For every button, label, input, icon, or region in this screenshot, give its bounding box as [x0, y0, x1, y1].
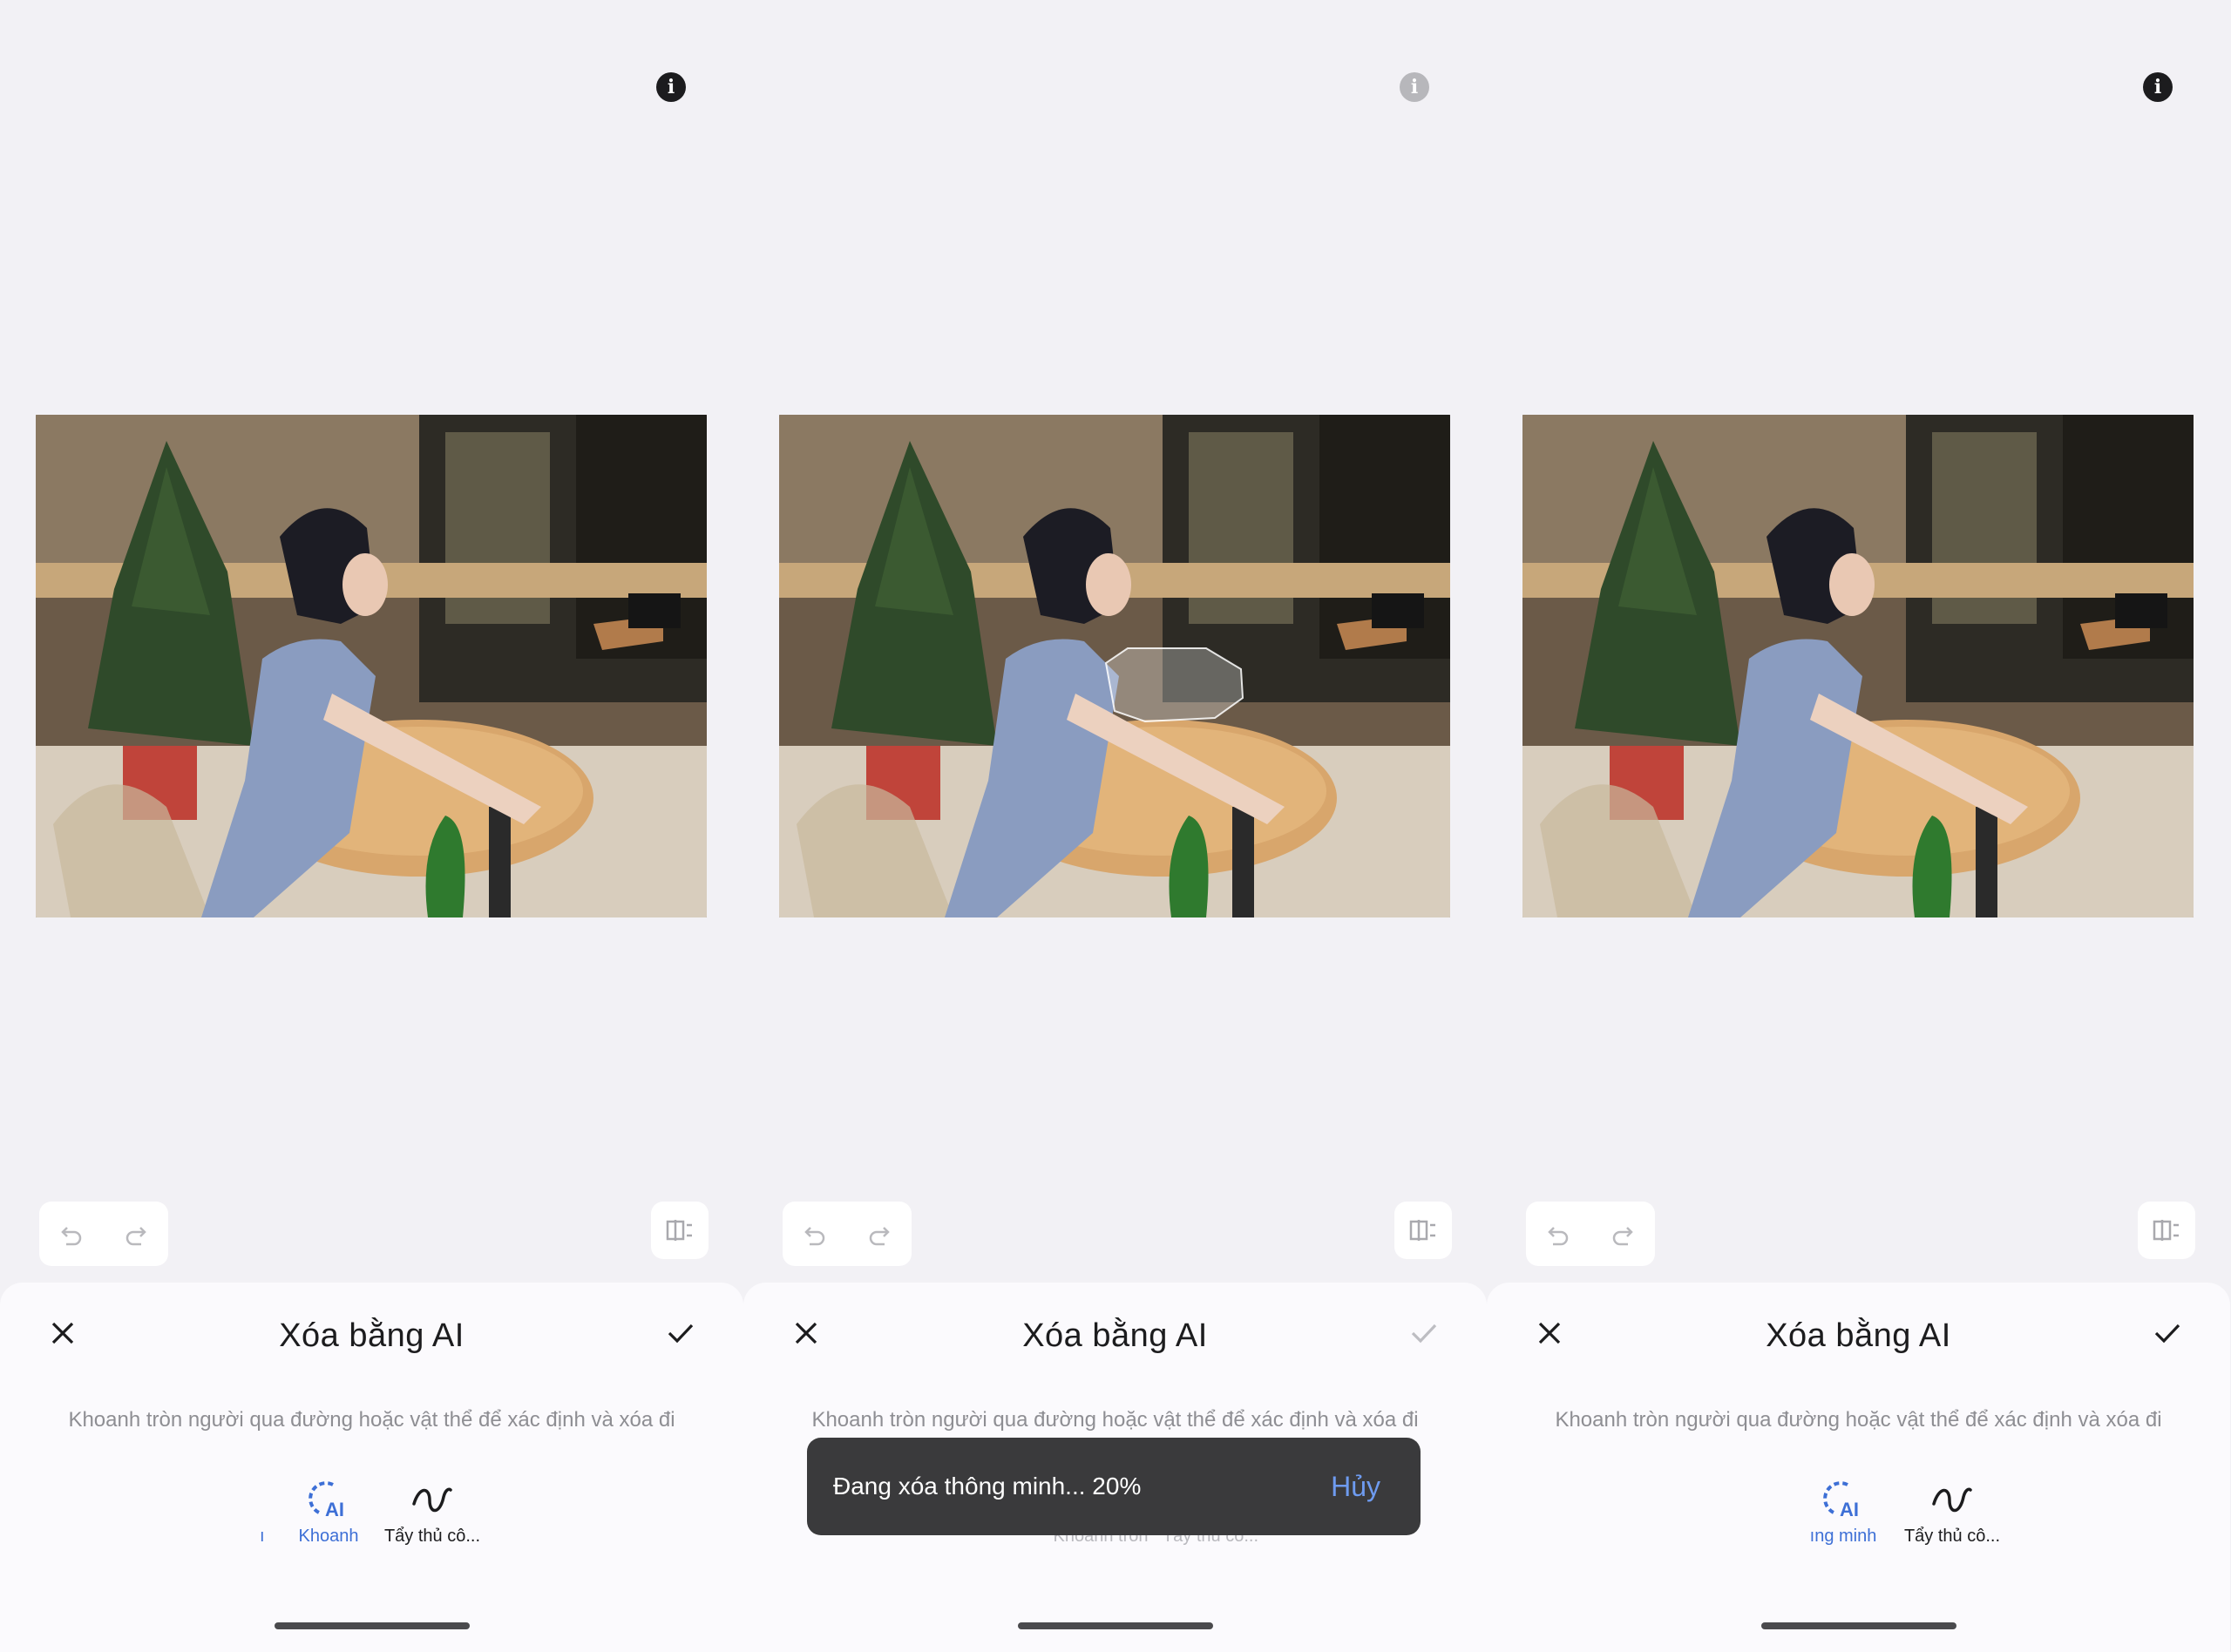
- tool-selector: ı AI Khoanh Tẩy thủ cô...: [0, 1476, 743, 1563]
- tool-label: Tẩy thủ cô...: [383, 1527, 481, 1546]
- tool-ai-lasso[interactable]: AI ıng minh: [1782, 1476, 1904, 1547]
- info-icon[interactable]: i: [656, 72, 686, 102]
- tool-label: Tẩy thủ cô...: [1903, 1527, 2001, 1546]
- compare-icon[interactable]: [1394, 1202, 1452, 1259]
- comparison-screens: i Xóa bằng AI Khoanh tròn người qua đườn…: [0, 0, 2231, 1652]
- brush-stroke-icon: [1891, 1476, 2013, 1523]
- photo-image: [1522, 415, 2194, 917]
- tool-selector: AI ıng minh Tẩy thủ cô...: [1487, 1476, 2230, 1563]
- redo-icon[interactable]: [1601, 1212, 1644, 1256]
- toast-cancel-button[interactable]: Hủy: [1331, 1471, 1380, 1503]
- photo-canvas[interactable]: [36, 415, 707, 917]
- photo-image: [779, 415, 1450, 917]
- sheet-title: Xóa bằng AI: [1766, 1317, 1951, 1354]
- editor-screen-1: i Xóa bằng AI Khoanh tròn người qua đườn…: [0, 0, 743, 1652]
- svg-text:AI: AI: [325, 1499, 344, 1520]
- tool-manual-erase[interactable]: Tẩy thủ cô...: [1891, 1476, 2013, 1547]
- brush-stroke-icon: [371, 1476, 493, 1523]
- confirm-icon[interactable]: [1403, 1312, 1445, 1354]
- sheet-hint: Khoanh tròn người qua đường hoặc vật thể…: [1555, 1408, 2162, 1432]
- bottom-sheet: Xóa bằng AI Khoanh tròn người qua đường …: [0, 1283, 743, 1652]
- photo-canvas[interactable]: [779, 415, 1450, 917]
- photo-image: [36, 415, 707, 917]
- compare-icon[interactable]: [2138, 1202, 2195, 1259]
- tool-label: ıng minh: [1809, 1527, 1877, 1546]
- redo-icon[interactable]: [114, 1212, 158, 1256]
- home-indicator: [1760, 1622, 1956, 1629]
- undo-icon[interactable]: [793, 1212, 837, 1256]
- compare-icon[interactable]: [651, 1202, 709, 1259]
- sheet-title: Xóa bằng AI: [1022, 1317, 1208, 1354]
- selection-highlight: [1104, 647, 1244, 723]
- undo-icon[interactable]: [1536, 1212, 1580, 1256]
- toast-progress-text: Đang xóa thông minh... 20%: [833, 1473, 1142, 1500]
- confirm-icon[interactable]: [2146, 1312, 2188, 1354]
- home-indicator: [1017, 1622, 1213, 1629]
- sheet-title: Xóa bằng AI: [279, 1317, 465, 1354]
- editor-screen-3: i Xóa bằng AI Khoanh tròn người qua đườn…: [1487, 0, 2230, 1652]
- home-indicator: [274, 1622, 470, 1629]
- tool-label-fragment: ı: [260, 1527, 265, 1546]
- undo-icon[interactable]: [50, 1212, 93, 1256]
- confirm-icon[interactable]: [660, 1312, 702, 1354]
- redo-icon[interactable]: [858, 1212, 901, 1256]
- undo-redo-group: [39, 1202, 168, 1266]
- tool-manual-erase[interactable]: Tẩy thủ cô...: [371, 1476, 493, 1547]
- sheet-hint: Khoanh tròn người qua đường hoặc vật thể…: [811, 1408, 1419, 1432]
- editor-screen-2: i Xóa bằng AI Khoanh tròn người qua đườn…: [743, 0, 1487, 1652]
- sheet-hint: Khoanh tròn người qua đường hoặc vật thể…: [68, 1408, 675, 1432]
- ai-lasso-icon: AI: [1782, 1476, 1904, 1523]
- undo-redo-group: [1526, 1202, 1655, 1266]
- info-icon[interactable]: i: [2143, 72, 2173, 102]
- svg-text:AI: AI: [1840, 1499, 1859, 1520]
- photo-canvas[interactable]: [1522, 415, 2194, 917]
- undo-redo-group: [783, 1202, 912, 1266]
- info-icon[interactable]: i: [1400, 72, 1429, 102]
- bottom-sheet: Xóa bằng AI Khoanh tròn người qua đường …: [1487, 1283, 2230, 1652]
- progress-toast: Đang xóa thông minh... 20% Hủy: [807, 1438, 1421, 1535]
